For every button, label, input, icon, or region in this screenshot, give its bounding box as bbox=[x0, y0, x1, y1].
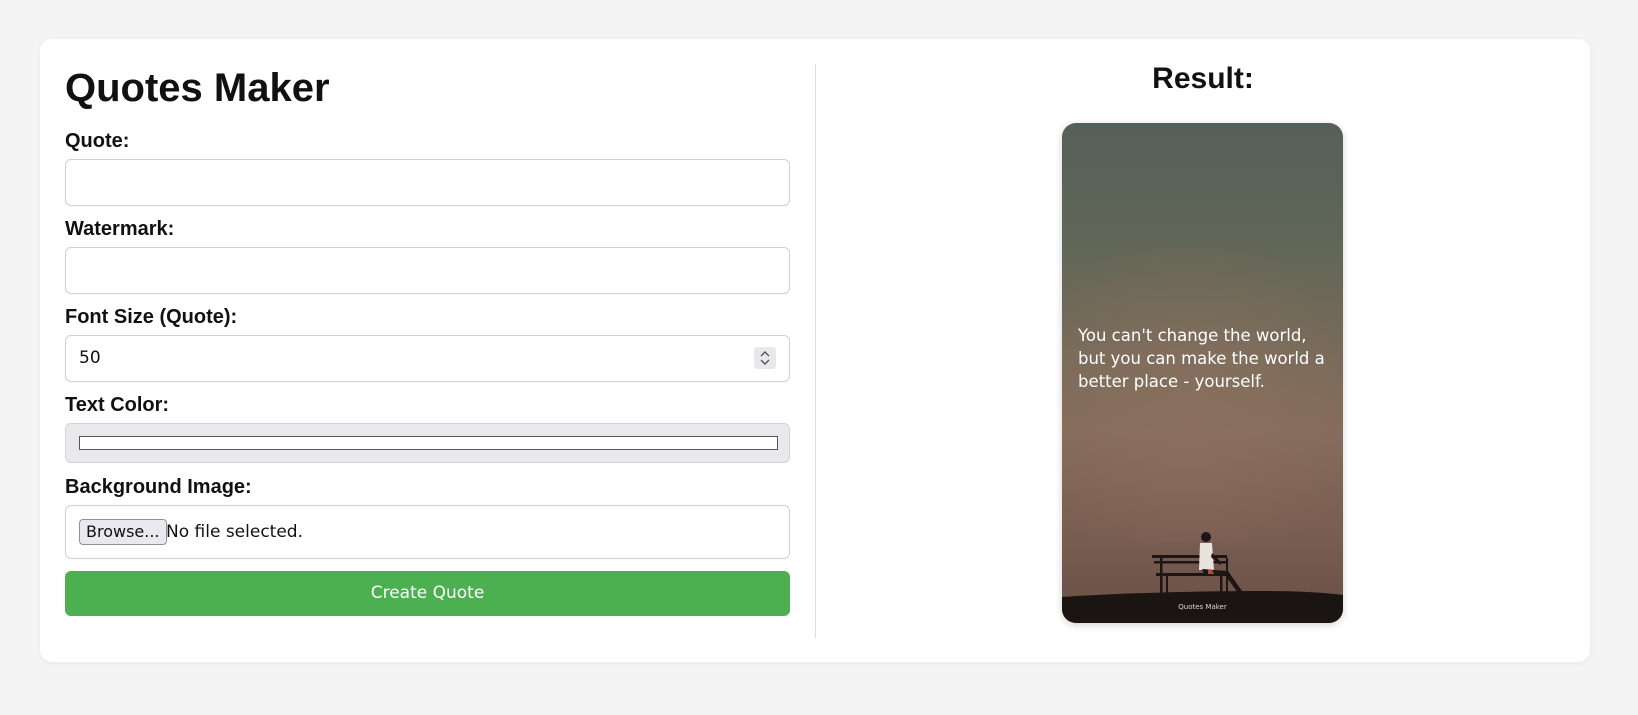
preview-quote-text: You can't change the world, but you can … bbox=[1078, 326, 1325, 391]
text-color-label: Text Color: bbox=[65, 394, 170, 416]
number-spinner-icon[interactable] bbox=[754, 347, 776, 369]
font-size-label: Font Size (Quote): bbox=[65, 306, 238, 328]
file-status-text: No file selected. bbox=[166, 522, 303, 542]
background-file-input[interactable]: Browse... No file selected. bbox=[65, 505, 790, 559]
browse-button[interactable]: Browse... bbox=[79, 519, 167, 545]
watermark-input[interactable] bbox=[65, 247, 790, 294]
quote-preview-image: You can't change the world, but you can … bbox=[1062, 123, 1343, 623]
create-quote-button[interactable]: Create Quote bbox=[65, 571, 790, 616]
font-size-value: 50 bbox=[79, 348, 101, 368]
quote-input[interactable] bbox=[65, 159, 790, 206]
font-size-input[interactable]: 50 bbox=[65, 335, 790, 382]
page-title: Quotes Maker bbox=[65, 66, 330, 110]
result-panel: Result: You can't change the world, but … bbox=[816, 39, 1590, 662]
quotes-maker-card: Quotes Maker Quote: Watermark: Font Size… bbox=[40, 39, 1590, 662]
form-panel: Quotes Maker Quote: Watermark: Font Size… bbox=[65, 63, 790, 616]
watermark-label: Watermark: bbox=[65, 218, 175, 240]
color-swatch bbox=[79, 436, 778, 450]
preview-watermark-text: Quotes Maker bbox=[1178, 603, 1227, 611]
background-image-label: Background Image: bbox=[65, 476, 252, 498]
result-heading: Result: bbox=[1152, 62, 1254, 95]
text-color-picker[interactable] bbox=[65, 423, 790, 463]
quote-label: Quote: bbox=[65, 130, 130, 152]
